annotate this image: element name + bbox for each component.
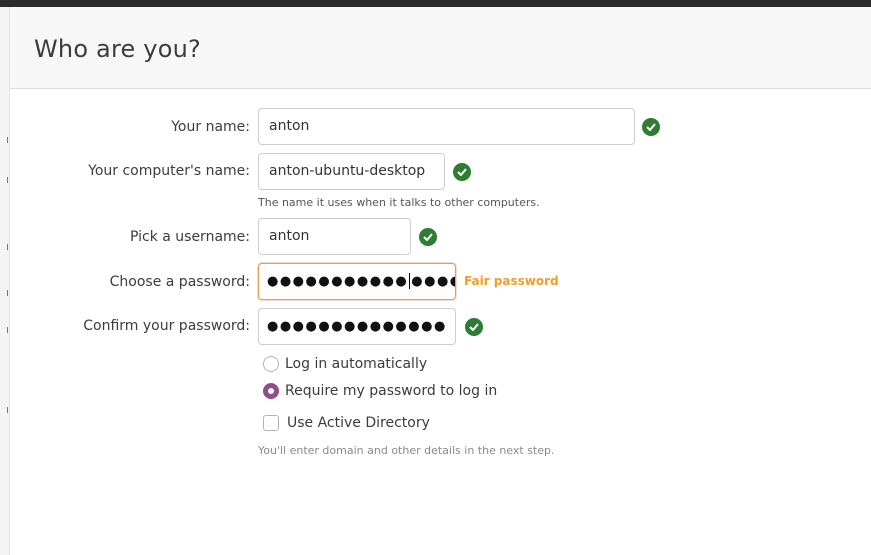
confirm-password-label: Confirm your password: [83,318,250,334]
check-circle-icon [419,228,437,246]
computer-name-field[interactable]: anton-ubuntu-desktop [258,153,445,190]
computer-name-hint: The name it uses when it talks to other … [258,196,540,209]
top-bar [0,0,871,7]
auto-login-option[interactable]: Log in automatically [263,356,427,372]
check-circle-icon [642,118,660,136]
active-directory-hint: You'll enter domain and other details in… [258,444,555,457]
edge-tick [7,327,8,333]
edge-tick [7,177,8,183]
username-field[interactable]: anton [258,218,411,255]
confirm-password-mask: ●●●●●●●●●●●●●● [267,319,447,334]
active-directory-option[interactable]: Use Active Directory [263,415,430,431]
radio-selected-icon[interactable] [263,383,279,399]
password-label: Choose a password: [109,274,250,290]
edge-tick [7,244,8,250]
edge-tick [7,137,8,143]
checkbox-icon[interactable] [263,415,279,431]
confirm-password-field[interactable]: ●●●●●●●●●●●●●● [258,308,456,345]
name-label: Your name: [171,119,250,135]
edge-tick [7,290,8,296]
require-password-label: Require my password to log in [285,383,498,399]
password-strength: Fair password [464,274,559,288]
active-directory-label: Use Active Directory [287,415,430,431]
password-field[interactable]: ●●●●●●●●●●●●●●● [258,263,456,300]
page-header: Who are you? [10,7,871,89]
auto-login-label: Log in automatically [285,356,428,372]
password-mask: ●●●●●●●●●●● [267,274,409,289]
edge-tick [7,407,8,413]
page-title: Who are you? [34,35,201,63]
left-edge [0,7,10,555]
check-circle-icon [453,163,471,181]
password-mask-tail: ●●●● [411,274,455,289]
installer-window: Who are you? Your name: anton Your compu… [0,0,871,555]
require-password-option[interactable]: Require my password to log in [263,383,497,399]
radio-unselected-icon[interactable] [263,356,279,372]
name-field[interactable]: anton [258,108,635,145]
username-label: Pick a username: [129,229,250,245]
check-circle-icon [465,318,483,336]
computer-name-label: Your computer's name: [88,163,250,179]
